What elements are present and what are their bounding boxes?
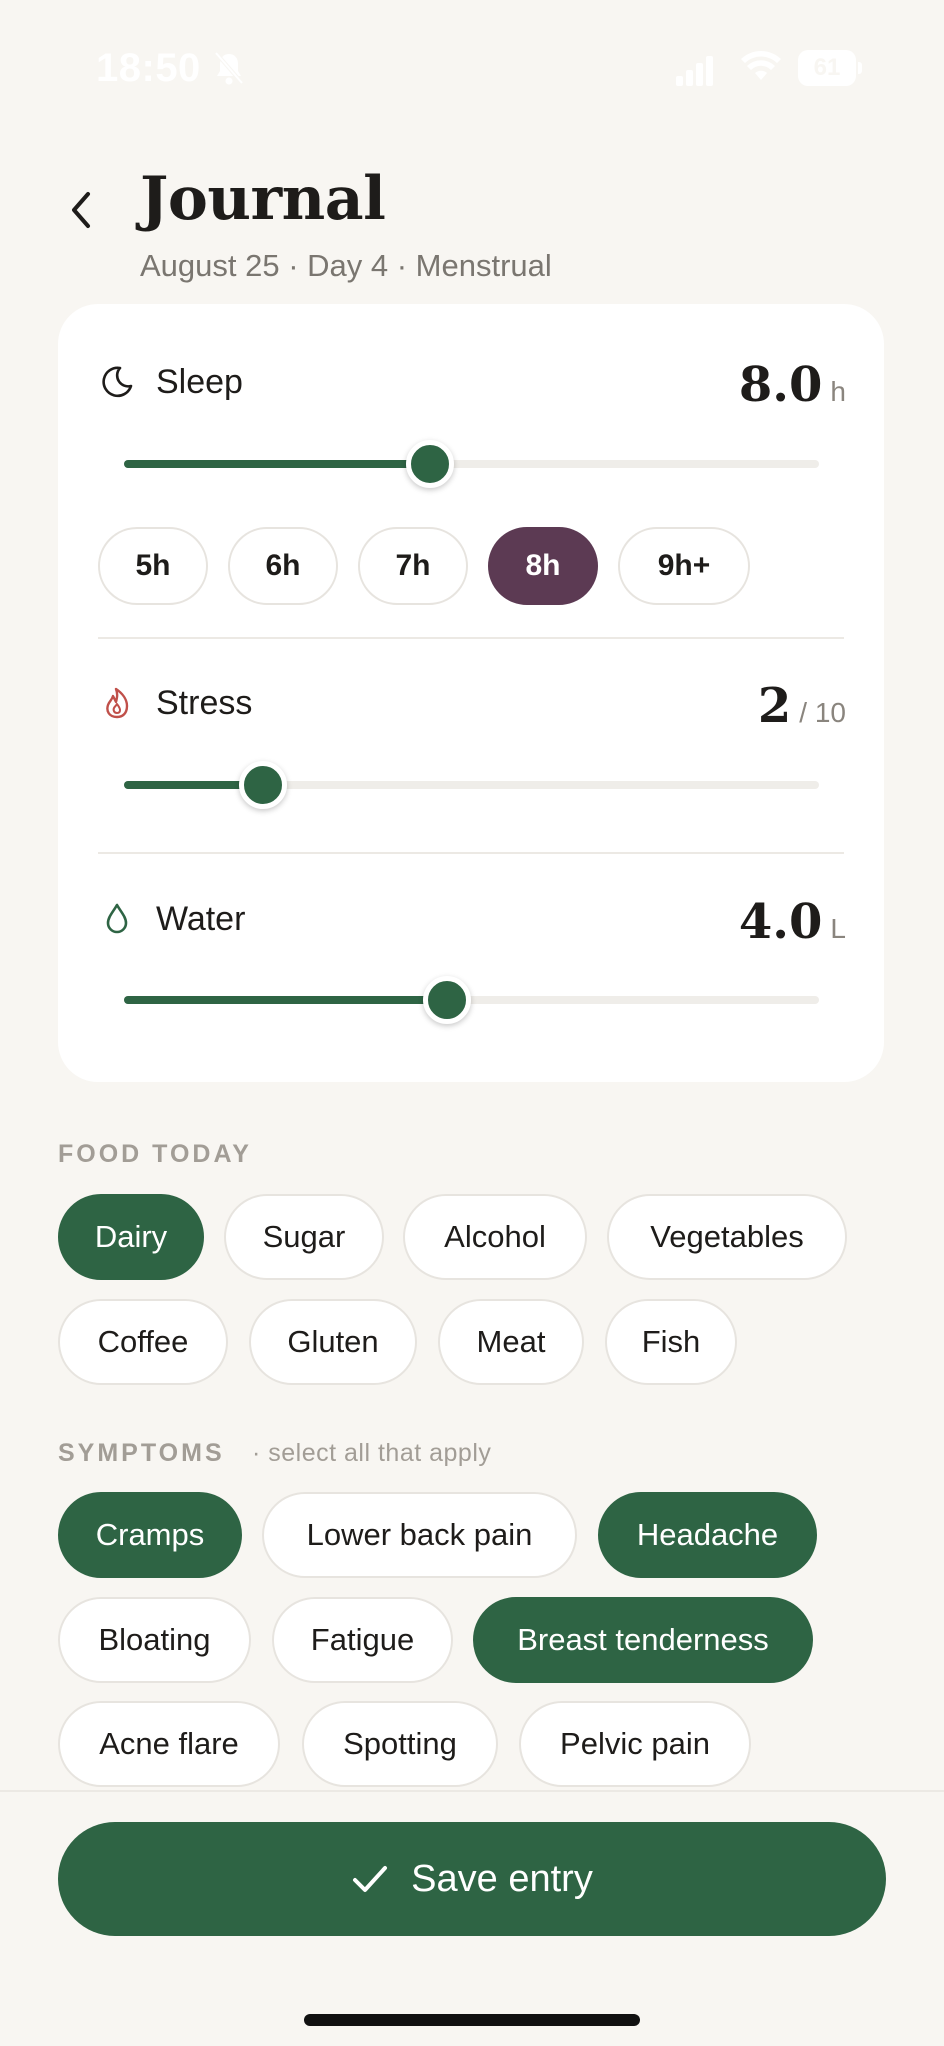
stress-header: Stress 2/ 10 bbox=[100, 678, 846, 734]
page-title: Journal bbox=[140, 164, 386, 234]
sleep-unit: h bbox=[830, 376, 846, 407]
stress-unit: / 10 bbox=[799, 697, 846, 728]
symptom-chip-fatigue[interactable]: Fatigue bbox=[272, 1597, 453, 1683]
divider bbox=[98, 852, 844, 854]
slider-thumb[interactable] bbox=[239, 761, 287, 809]
stress-label: Stress bbox=[156, 684, 253, 722]
status-bar: 18:50 61 bbox=[0, 0, 944, 140]
wifi-icon bbox=[741, 51, 781, 80]
home-indicator bbox=[304, 2014, 640, 2026]
droplet-icon bbox=[106, 903, 128, 934]
divider bbox=[98, 637, 844, 639]
symptoms-hint: · select all that apply bbox=[252, 1439, 492, 1467]
food-chip-vegetables[interactable]: Vegetables bbox=[607, 1194, 847, 1280]
slider-fill bbox=[124, 460, 430, 468]
food-chip-coffee[interactable]: Coffee bbox=[58, 1299, 228, 1385]
food-chip-dairy[interactable]: Dairy bbox=[58, 1194, 204, 1280]
cellular-signal-icon bbox=[676, 56, 713, 86]
moon-icon bbox=[102, 366, 133, 398]
battery-icon: 61 bbox=[798, 50, 862, 86]
symptoms-section-heading: SYMPTOMS bbox=[58, 1439, 225, 1467]
water-value: 4.0 bbox=[738, 894, 823, 950]
page-subtitle: August 25 · Day 4 · Menstrual bbox=[140, 248, 552, 283]
status-time: 18:50 bbox=[96, 46, 201, 90]
symptom-chip-acne-flare[interactable]: Acne flare bbox=[58, 1701, 280, 1787]
chevron-left-icon bbox=[72, 192, 90, 228]
sleep-value: 8.0 bbox=[738, 357, 823, 413]
symptom-chip-headache[interactable]: Headache bbox=[598, 1492, 817, 1578]
check-icon bbox=[353, 1866, 388, 1892]
water-slider[interactable] bbox=[124, 976, 819, 1024]
water-unit: L bbox=[830, 913, 846, 944]
sleep-option-7h[interactable]: 7h bbox=[358, 527, 468, 605]
slider-thumb[interactable] bbox=[423, 976, 472, 1024]
sleep-header: Sleep 8.0 h bbox=[100, 357, 846, 413]
save-entry-label: Save entry bbox=[411, 1857, 593, 1900]
food-chip-fish[interactable]: Fish bbox=[605, 1299, 737, 1385]
sleep-option-5h[interactable]: 5h bbox=[98, 527, 208, 605]
sleep-option-9h-plus[interactable]: 9h+ bbox=[618, 527, 750, 605]
slider-thumb[interactable] bbox=[405, 440, 454, 488]
stress-slider[interactable] bbox=[124, 761, 819, 809]
save-entry-button[interactable]: Save entry bbox=[58, 1822, 886, 1936]
flame-icon bbox=[106, 687, 129, 719]
symptom-chip-lower-back-pain[interactable]: Lower back pain bbox=[262, 1492, 577, 1578]
food-chip-meat[interactable]: Meat bbox=[438, 1299, 584, 1385]
battery-level: 61 bbox=[798, 50, 856, 86]
food-section-heading: FOOD TODAY bbox=[58, 1140, 252, 1168]
symptom-chip-breast-tenderness[interactable]: Breast tenderness bbox=[473, 1597, 813, 1683]
symptom-chip-cramps[interactable]: Cramps bbox=[58, 1492, 242, 1578]
water-label: Water bbox=[156, 900, 246, 938]
symptom-chip-spotting[interactable]: Spotting bbox=[302, 1701, 498, 1787]
bell-slash-icon bbox=[214, 51, 244, 85]
sleep-option-6h[interactable]: 6h bbox=[228, 527, 338, 605]
sleep-option-8h[interactable]: 8h bbox=[488, 527, 598, 605]
stress-value: 2 bbox=[757, 678, 792, 734]
symptom-chip-pelvic-pain[interactable]: Pelvic pain bbox=[519, 1701, 751, 1787]
sleep-label: Sleep bbox=[156, 363, 243, 401]
symptom-chip-bloating[interactable]: Bloating bbox=[58, 1597, 251, 1683]
food-chip-gluten[interactable]: Gluten bbox=[249, 1299, 417, 1385]
back-button[interactable] bbox=[62, 186, 102, 234]
food-chip-sugar[interactable]: Sugar bbox=[224, 1194, 384, 1280]
slider-fill bbox=[124, 996, 448, 1004]
water-header: Water 4.0 L bbox=[100, 894, 846, 950]
food-chip-alcohol[interactable]: Alcohol bbox=[403, 1194, 587, 1280]
sleep-slider[interactable] bbox=[124, 440, 819, 488]
